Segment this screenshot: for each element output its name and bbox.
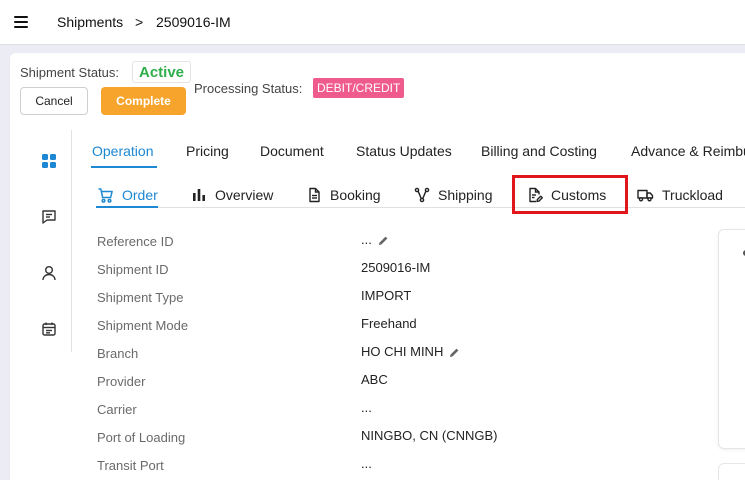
subtab-shipping[interactable]: Shipping xyxy=(414,184,493,206)
active-subtab-indicator xyxy=(96,206,158,208)
pencil-icon[interactable] xyxy=(377,235,389,247)
shipment-type-label: Shipment Type xyxy=(97,290,184,305)
edit-document-icon xyxy=(529,187,543,203)
active-tab-indicator xyxy=(91,166,157,168)
top-bar: Shipments > 2509016-IM xyxy=(0,0,745,45)
port-of-loading-label: Port of Loading xyxy=(97,430,186,445)
menu-icon[interactable] xyxy=(14,16,28,28)
subtab-order-label: Order xyxy=(122,187,158,203)
breadcrumb-shipments[interactable]: Shipments xyxy=(57,14,123,30)
subtab-overview[interactable]: Overview xyxy=(191,184,273,206)
document-icon xyxy=(309,187,320,203)
carrier-label: Carrier xyxy=(97,402,137,417)
subtab-customs-label: Customs xyxy=(551,187,607,203)
cart-icon xyxy=(98,187,113,203)
breadcrumb-current: 2509016-IM xyxy=(156,14,231,30)
user-icon[interactable] xyxy=(40,264,58,282)
subtab-truckload-label: Truckload xyxy=(662,187,723,203)
tab-operation[interactable]: Operation xyxy=(92,143,153,159)
shipment-card: Shipment Status: Active Processing Statu… xyxy=(10,53,745,480)
subtab-customs[interactable]: Customs xyxy=(527,184,606,206)
chat-icon[interactable] xyxy=(40,208,58,226)
dashboard-grid-icon[interactable] xyxy=(40,152,58,170)
shipment-status-label: Shipment Status: xyxy=(20,65,119,80)
left-icon-rail xyxy=(20,130,72,352)
branch-text: HO CHI MINH xyxy=(361,344,444,359)
subtab-order[interactable]: Order xyxy=(97,184,158,206)
reference-id-text: ... xyxy=(361,232,372,247)
subtab-overview-label: Overview xyxy=(215,187,274,203)
truck-icon xyxy=(637,189,654,202)
subtab-booking[interactable]: Booking xyxy=(306,184,381,206)
tab-status-updates[interactable]: Status Updates xyxy=(356,143,452,159)
shipment-status-badge: Active xyxy=(132,61,192,83)
processing-status-label: Processing Status: xyxy=(194,81,303,96)
pencil-icon[interactable] xyxy=(448,347,460,359)
reference-id-value: ... xyxy=(361,232,389,247)
side-panel xyxy=(718,229,745,449)
provider-label: Provider xyxy=(97,374,146,389)
side-panel-secondary xyxy=(718,463,745,480)
tab-document[interactable]: Document xyxy=(260,143,324,159)
tab-pricing[interactable]: Pricing xyxy=(186,143,229,159)
branch-label: Branch xyxy=(97,346,139,361)
shipment-mode-value: Freehand xyxy=(361,316,417,331)
route-icon xyxy=(414,187,430,203)
subtab-booking-label: Booking xyxy=(330,187,381,203)
cancel-button[interactable]: Cancel xyxy=(20,87,88,115)
provider-value: ABC xyxy=(361,372,388,387)
shipment-mode-label: Shipment Mode xyxy=(97,318,189,333)
transit-port-value: ... xyxy=(361,456,372,471)
transit-port-label: Transit Port xyxy=(97,458,164,473)
reference-id-label: Reference ID xyxy=(97,234,174,249)
branch-value: HO CHI MINH xyxy=(361,344,460,359)
subtab-truckload[interactable]: Truckload xyxy=(637,184,723,206)
subtab-divider xyxy=(158,207,745,208)
tab-billing-and-costing[interactable]: Billing and Costing xyxy=(481,143,597,159)
calendar-icon[interactable] xyxy=(40,320,58,338)
subtab-shipping-label: Shipping xyxy=(438,187,493,203)
shipment-type-value: IMPORT xyxy=(361,288,412,303)
bar-chart-icon xyxy=(193,189,205,201)
shipment-id-value: 2509016-IM xyxy=(361,260,431,275)
breadcrumb-separator: > xyxy=(135,14,144,30)
carrier-value: ... xyxy=(361,400,372,415)
tab-advance-reimburse[interactable]: Advance & Reimbu xyxy=(631,143,745,159)
port-of-loading-value: NINGBO, CN (CNNGB) xyxy=(361,428,498,443)
shipment-id-label: Shipment ID xyxy=(97,262,169,277)
complete-button[interactable]: Complete xyxy=(101,87,186,115)
processing-status-badge: DEBIT/CREDIT xyxy=(313,78,405,98)
